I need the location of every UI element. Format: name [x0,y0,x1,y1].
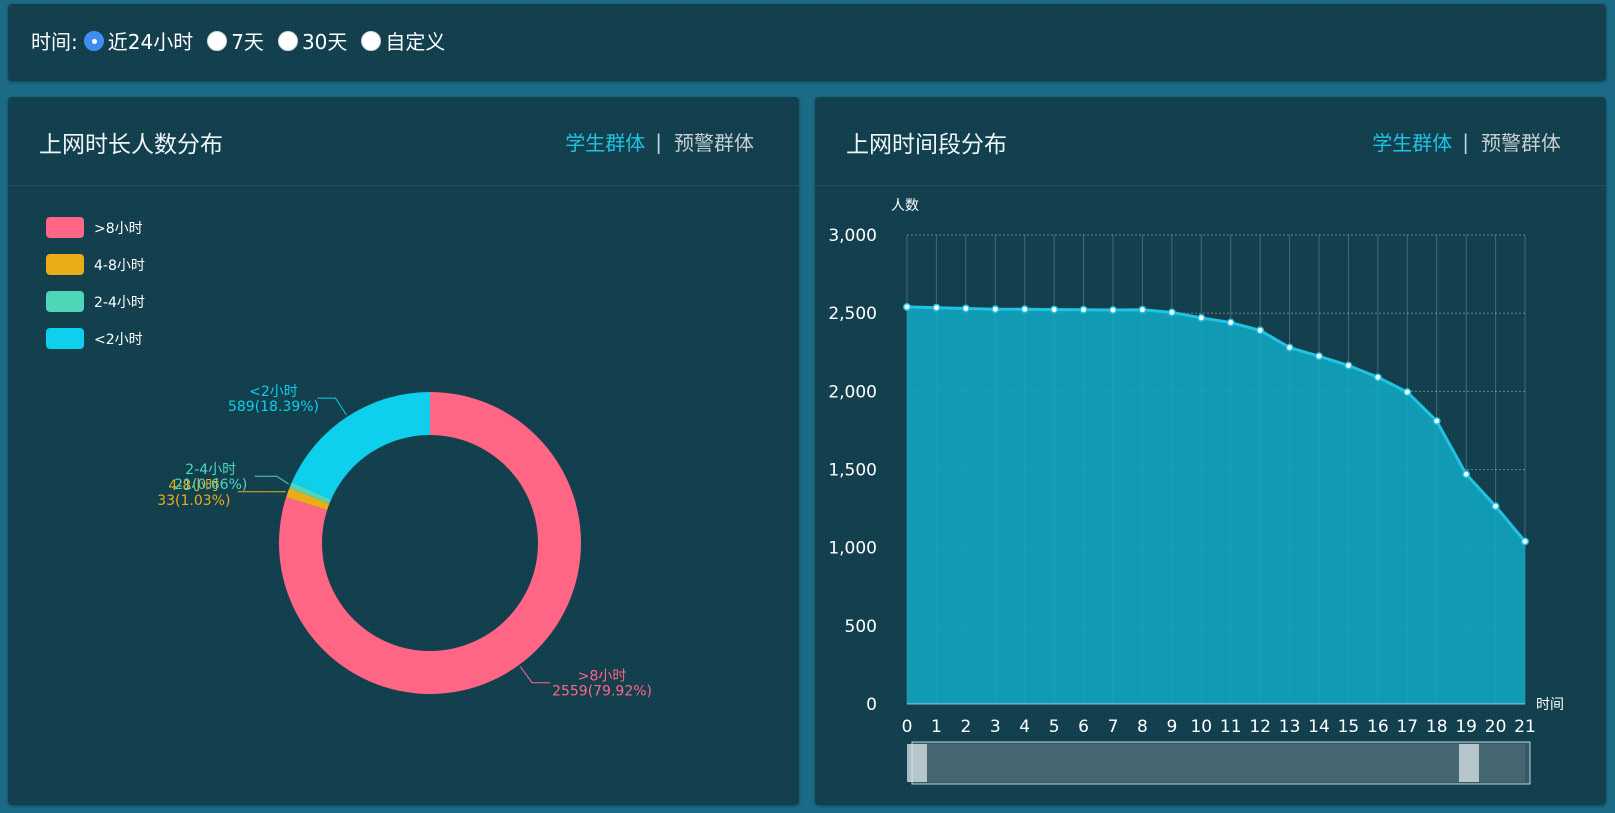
x-tick-label: 5 [1049,717,1060,737]
x-tick-label: 12 [1249,717,1271,737]
data-point[interactable] [961,304,970,313]
data-point[interactable] [903,302,911,311]
x-tick-label: 16 [1367,717,1389,737]
donut-chart: >8小时2559(79.92%)4-8小时33(1.03%)2-4小时21(0.… [157,384,652,700]
duration-distribution-panel: 上网时长人数分布 学生群体 | 预警群体 >8小时 4-8小时 2-4小时 <2… [8,97,799,805]
donut-leader-3 [317,397,347,416]
y-axis-label: 人数 [891,198,919,214]
data-point[interactable] [1138,305,1147,314]
data-point[interactable] [1315,352,1323,361]
x-tick-label: 0 [902,717,913,737]
donut-label-name-3: <2小时 [249,384,298,400]
x-tick-label: 20 [1485,717,1507,737]
radio-option-24h[interactable]: 近24小时 [83,26,194,55]
zoom-handle-left[interactable] [907,744,927,782]
radio-30d-label: 30天 [301,30,348,54]
x-tick-label: 1 [931,717,942,737]
y-tick-label: 0 [866,695,877,715]
time-period-distribution-panel: 上网时间段分布 学生群体 | 预警群体 人数 0 500 1,000 1,500 2,00… [815,97,1606,805]
data-point[interactable] [991,305,1000,314]
zoom-handle-right[interactable] [1459,744,1479,782]
x-tick-label: 13 [1279,717,1301,737]
y-tick-label: 2,000 [828,382,877,402]
data-point[interactable] [1491,502,1500,511]
time-filter-bar: 时间: 近24小时 7天 30天 自定义 [8,4,1606,81]
x-tick-label: 21 [1514,717,1536,737]
data-point[interactable] [1226,318,1235,327]
y-tick-label: 500 [845,617,877,637]
donut-label-value-3: 589(18.39%) [228,399,319,415]
area-chart: 人数05001,0001,5002,0002,5003,0000 1 2 3 4 5 6 7 8… [828,198,1564,785]
data-point[interactable] [1197,313,1206,322]
y-tick-label: 3,000 [828,226,877,246]
x-tick-label: 2 [960,717,971,737]
radio-option-custom[interactable]: 自定义 [361,26,445,55]
x-tick-label: 18 [1426,717,1448,737]
donut-leader-0 [519,666,551,684]
donut-label-value-1: 33(1.03%) [157,493,230,509]
zoom-slider-range[interactable] [909,744,1525,782]
x-tick-label: 6 [1078,717,1089,737]
donut-label-value-0: 2559(79.92%) [552,684,652,700]
x-tick-label: 3 [990,717,1001,737]
data-point[interactable] [1167,308,1176,317]
y-tick-label: 1,000 [828,539,877,559]
radio-option-7d[interactable]: 7天 [207,26,264,55]
data-point[interactable] [1373,373,1382,382]
radio-24h-label: 近24小时 [107,30,194,54]
data-point[interactable] [1256,326,1265,335]
donut-leader-2 [254,475,290,485]
data-point[interactable] [1079,305,1088,314]
x-tick-label: 9 [1166,717,1177,737]
radio-7d[interactable] [207,30,228,51]
y-tick-label: 1,500 [828,461,877,481]
radio-7d-label: 7天 [231,30,264,54]
radio-30d[interactable] [277,30,298,51]
x-tick-label: 17 [1396,717,1418,737]
data-point[interactable] [1403,388,1412,397]
data-point[interactable] [1462,470,1471,479]
x-tick-label: 8 [1137,717,1148,737]
donut-label-name-2: 2-4小时 [185,462,236,478]
radio-custom-label: 自定义 [385,30,446,54]
data-point[interactable] [932,303,941,312]
radio-24h[interactable] [83,30,104,51]
x-tick-label: 4 [1019,717,1030,737]
x-tick-label: 11 [1220,717,1242,737]
donut-label-name-0: >8小时 [578,669,627,685]
x-tick-label: 7 [1108,717,1119,737]
data-point[interactable] [1020,305,1029,314]
data-point[interactable] [1285,343,1294,352]
y-tick-label: 2,500 [828,304,877,324]
x-tick-label: 19 [1455,717,1477,737]
data-point[interactable] [1344,361,1353,370]
page: 时间: 近24小时 7天 30天 自定义 上网时长人数分布 学生群体 | 预警群… [0,0,1615,813]
time-filter-row: 时间: 近24小时 7天 30天 自定义 [31,26,459,55]
area-fill [907,306,1525,704]
time-filter-label: 时间: [31,30,78,54]
data-point[interactable] [1521,537,1529,546]
x-tick-label: 15 [1338,717,1360,737]
x-tick-label: 10 [1190,717,1212,737]
x-tick-label: 14 [1308,717,1330,737]
x-axis-label: 时间 [1536,697,1564,713]
radio-custom[interactable] [361,30,382,51]
donut-label-value-2: 21(0.66%) [174,477,247,493]
data-point[interactable] [1432,417,1441,425]
data-point[interactable] [1050,305,1059,314]
data-point[interactable] [1109,306,1117,314]
radio-option-30d[interactable]: 30天 [277,26,348,55]
